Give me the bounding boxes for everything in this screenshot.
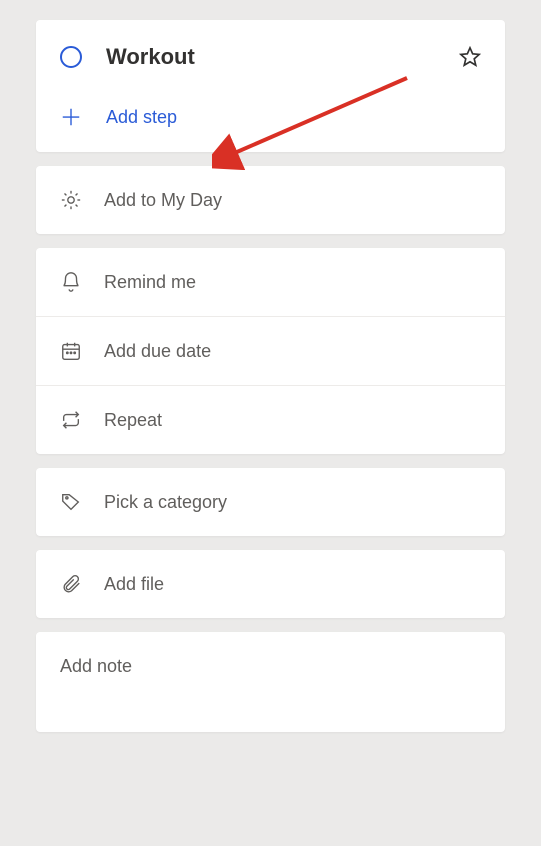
repeat-button[interactable]: Repeat — [36, 386, 505, 454]
add-step-button[interactable]: Add step — [36, 88, 505, 152]
add-step-label: Add step — [106, 107, 177, 128]
pick-category-button[interactable]: Pick a category — [36, 468, 505, 536]
plus-icon — [60, 106, 82, 128]
pick-category-label: Pick a category — [104, 492, 227, 513]
repeat-icon — [60, 409, 82, 431]
scheduling-card: Remind me Add due date Repeat — [36, 248, 505, 454]
add-due-date-button[interactable]: Add due date — [36, 317, 505, 386]
task-header: Workout — [36, 20, 505, 88]
remind-me-button[interactable]: Remind me — [36, 248, 505, 317]
star-icon[interactable] — [459, 46, 481, 68]
category-card: Pick a category — [36, 468, 505, 536]
task-header-card: Workout Add step — [36, 20, 505, 152]
add-file-button[interactable]: Add file — [36, 550, 505, 618]
completion-circle[interactable] — [60, 46, 82, 68]
repeat-label: Repeat — [104, 410, 162, 431]
tag-icon — [60, 491, 82, 513]
remind-me-label: Remind me — [104, 272, 196, 293]
note-placeholder: Add note — [60, 656, 132, 676]
calendar-icon — [60, 340, 82, 362]
add-note-input[interactable]: Add note — [36, 632, 505, 732]
add-file-label: Add file — [104, 574, 164, 595]
add-due-date-label: Add due date — [104, 341, 211, 362]
add-to-my-day-card: Add to My Day — [36, 166, 505, 234]
task-title[interactable]: Workout — [106, 44, 459, 70]
add-to-my-day-label: Add to My Day — [104, 190, 222, 211]
sun-icon — [60, 189, 82, 211]
paperclip-icon — [60, 573, 82, 595]
file-card: Add file — [36, 550, 505, 618]
add-to-my-day-button[interactable]: Add to My Day — [36, 166, 505, 234]
bell-icon — [60, 271, 82, 293]
